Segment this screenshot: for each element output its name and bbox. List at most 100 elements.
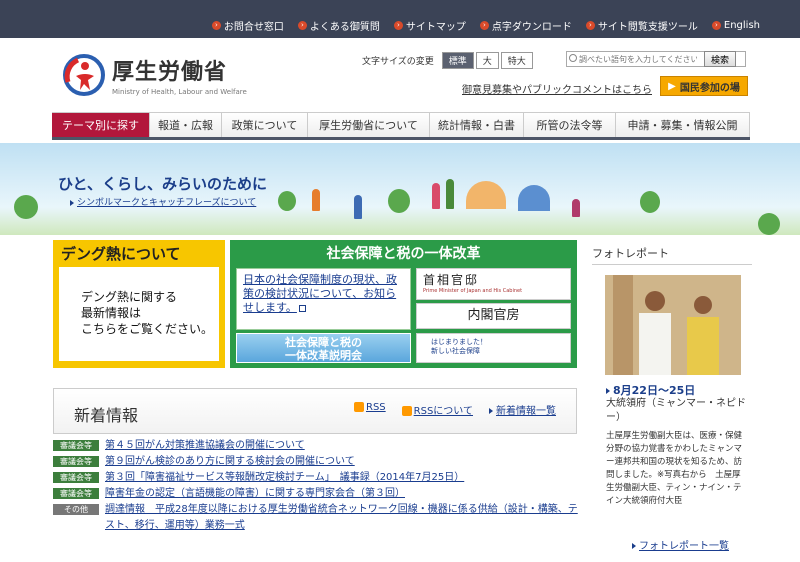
search-button[interactable]: 検索 — [704, 51, 737, 67]
photo-report-date: 8月22日～25日 — [606, 382, 695, 398]
category-badge: 審議会等 — [53, 488, 99, 499]
nav-tab-laws[interactable]: 所管の法令等 — [524, 113, 616, 137]
rss-link[interactable]: RSS — [354, 402, 386, 417]
tree-illustration — [388, 189, 410, 213]
new-social-security-banner[interactable]: はじまりました！ 新しい社会保障 — [416, 333, 571, 363]
hero-banner: ひと、くらし、みらいのために シンボルマークとキャッチフレーズについて — [0, 143, 800, 235]
arrow-icon: › — [479, 21, 489, 30]
tree-illustration — [14, 195, 38, 219]
shakai-title: 社会保障と税の一体改革 — [326, 246, 481, 262]
arrow-icon: › — [711, 21, 721, 30]
utility-link-english[interactable]: › English — [711, 18, 760, 33]
photo-report-list-link[interactable]: フォトレポート一覧 — [632, 537, 729, 552]
nav-tab-applications[interactable]: 申請・募集・情報公開 — [616, 113, 750, 137]
arrow-icon: › — [393, 21, 403, 30]
kokumin-button[interactable]: ▶ 国民参加の場 — [660, 76, 748, 96]
news-item: 審議会等 障害年金の認定（言語機能の障害）に関する専門家会合（第３回） — [53, 486, 583, 502]
news-item-link[interactable]: 第９回がん検診のあり方に関する検討会の開催について — [105, 454, 355, 470]
house-illustration — [518, 185, 550, 211]
external-link-icon — [298, 304, 306, 312]
shakai-status-link[interactable]: 日本の社会保障制度の現状、政策の検討状況について、お知らせします。 — [236, 268, 411, 330]
nav-tab-press[interactable]: 報道・広報 — [150, 113, 222, 137]
public-comment-link[interactable]: 御意見募集やパブリックコメントはこちら — [462, 81, 652, 96]
category-badge: 審議会等 — [53, 440, 99, 451]
mhlw-logo-icon — [63, 54, 105, 96]
news-item-link[interactable]: 調達情報 平成28年度以降における厚生労働省統合ネットワーク回線・機器に係る供給… — [105, 502, 583, 534]
logo-subtitle: Ministry of Health, Labour and Welfare — [112, 88, 247, 96]
arrow-icon — [606, 388, 610, 394]
tree-illustration — [758, 213, 780, 235]
nav-tab-policy[interactable]: 政策について — [222, 113, 308, 137]
dengue-banner[interactable]: デング熱について デング熱に関する 最新情報は こちらをご覧ください。 — [53, 240, 225, 368]
photo-report-heading: フォトレポート — [592, 245, 752, 265]
utility-links: › お問合せ窓口 › よくある御質問 › サイトマップ › 点字ダウンロード › サイト閲… — [211, 18, 760, 33]
photo-report: フォトレポート 8月22日～25日 大統領府（ミャンマー・ネピドー） 土屋厚生労… — [592, 245, 752, 555]
search-input[interactable] — [567, 54, 697, 64]
nav-tab-about[interactable]: 厚生労働省について — [308, 113, 430, 137]
news-item: 審議会等 第４５回がん対策推進協議会の開催について — [53, 438, 583, 454]
hero-title: ひと、くらし、みらいのために — [58, 175, 267, 193]
setsumeikai-banner[interactable]: 社会保障と税の 一体改革説明会 — [236, 333, 411, 363]
arrow-icon: › — [585, 21, 595, 30]
news-item-link[interactable]: 第３回「障害福祉サービス等報酬改定検討チーム」 議事録（2014年7月25日） — [105, 470, 464, 486]
utility-link-faq[interactable]: › よくある御質問 — [297, 18, 380, 33]
font-size-standard-button[interactable]: 標準 — [441, 52, 474, 69]
news-list: 審議会等 第４５回がん対策推進協議会の開催について 審議会等 第９回がん検診のあり方… — [53, 438, 583, 534]
shakai-hosho-panel: 社会保障と税の一体改革 日本の社会保障制度の現状、政策の検討状況について、お知ら… — [230, 240, 577, 368]
news-item: その他 調達情報 平成28年度以降における厚生労働省統合ネットワーク回線・機器に係… — [53, 502, 583, 534]
utility-link-braille[interactable]: › 点字ダウンロード — [479, 18, 572, 33]
kantei-title: 首相官邸 — [423, 273, 480, 287]
person-illustration — [572, 199, 580, 217]
symbol-mark-link[interactable]: シンボルマークとキャッチフレーズについて — [70, 195, 256, 208]
person-illustration — [354, 195, 362, 219]
nav-tab-theme[interactable]: テーマ別に探す — [52, 113, 150, 137]
kantei-banner[interactable]: 首相官邸 Prime Minister of Japan and His Cab… — [416, 268, 571, 300]
nav-tab-statistics[interactable]: 統計情報・白書 — [430, 113, 524, 137]
site-logo[interactable]: 厚生労働省 Ministry of Health, Labour and Wel… — [62, 54, 247, 96]
kantei-subtitle: Prime Minister of Japan and His Cabinet — [423, 288, 523, 294]
news-list-link[interactable]: 新着情報一覧 — [489, 402, 556, 417]
naikaku-banner[interactable]: 内閣官房 — [416, 303, 571, 329]
news-links: RSS RSSについて 新着情報一覧 — [354, 402, 556, 417]
tree-illustration — [640, 191, 660, 213]
font-size-switcher: 文字サイズの変更 標準 大 特大 — [362, 52, 533, 69]
utility-link-sitemap[interactable]: › サイトマップ — [393, 18, 466, 33]
news-title: 新着情報 — [74, 406, 139, 425]
arrow-icon: › — [211, 21, 221, 30]
news-header: 新着情報 RSS RSSについて 新着情報一覧 — [53, 388, 577, 434]
photo-report-image[interactable] — [605, 275, 741, 375]
tree-illustration — [278, 191, 296, 211]
news-item-link[interactable]: 第４５回がん対策推進協議会の開催について — [105, 438, 305, 454]
about-rss-link[interactable]: RSSについて — [401, 402, 473, 417]
utility-link-accessibility[interactable]: › サイト閲覧支援ツール — [585, 18, 698, 33]
photo-people-illustration — [605, 275, 741, 375]
dengue-body-line: デング熱に関する — [81, 290, 178, 304]
arrow-icon — [70, 199, 74, 206]
dengue-body-line: こちらをご覧ください。 — [81, 322, 214, 336]
utility-link-contact[interactable]: › お問合せ窓口 — [211, 18, 284, 33]
logo-title: 厚生労働省 — [112, 60, 228, 85]
person-illustration — [446, 179, 454, 209]
photo-report-description: 土屋厚生労働副大臣は、医療・保健分野の協力覚書をかわしたミャンマー連邦共和国の現… — [606, 431, 743, 506]
search-icon — [569, 54, 577, 62]
font-size-label: 文字サイズの変更 — [362, 57, 434, 67]
news-item: 審議会等 第３回「障害福祉サービス等報酬改定検討チーム」 議事録（2014年7月2… — [53, 470, 583, 486]
arrow-icon: › — [297, 21, 307, 30]
arrow-icon — [632, 543, 636, 549]
font-size-xlarge-button[interactable]: 特大 — [500, 52, 533, 69]
font-size-large-button[interactable]: 大 — [475, 52, 499, 69]
news-item: 審議会等 第９回がん検診のあり方に関する検討会の開催について — [53, 454, 583, 470]
logo-text: 厚生労働省 Ministry of Health, Labour and Wel… — [112, 54, 247, 96]
photo-report-place: 大統領府（ミャンマー・ネピドー） — [606, 398, 746, 423]
house-illustration — [466, 181, 506, 209]
person-illustration — [312, 189, 320, 211]
category-badge: 審議会等 — [53, 456, 99, 467]
dengue-body: デング熱に関する 最新情報は こちらをご覧ください。 — [59, 267, 219, 361]
news-item-link[interactable]: 障害年金の認定（言語機能の障害）に関する専門家会合（第３回） — [105, 486, 405, 502]
global-nav: テーマ別に探す 報道・広報 政策について 厚生労働省について 統計情報・白書 所… — [52, 112, 750, 140]
rss-icon — [401, 406, 412, 416]
utility-bar: › お問合せ窓口 › よくある御質問 › サイトマップ › 点字ダウンロード › サイト閲… — [0, 0, 800, 38]
arrow-icon — [489, 408, 493, 414]
category-badge: 審議会等 — [53, 472, 99, 483]
person-illustration — [432, 183, 440, 209]
